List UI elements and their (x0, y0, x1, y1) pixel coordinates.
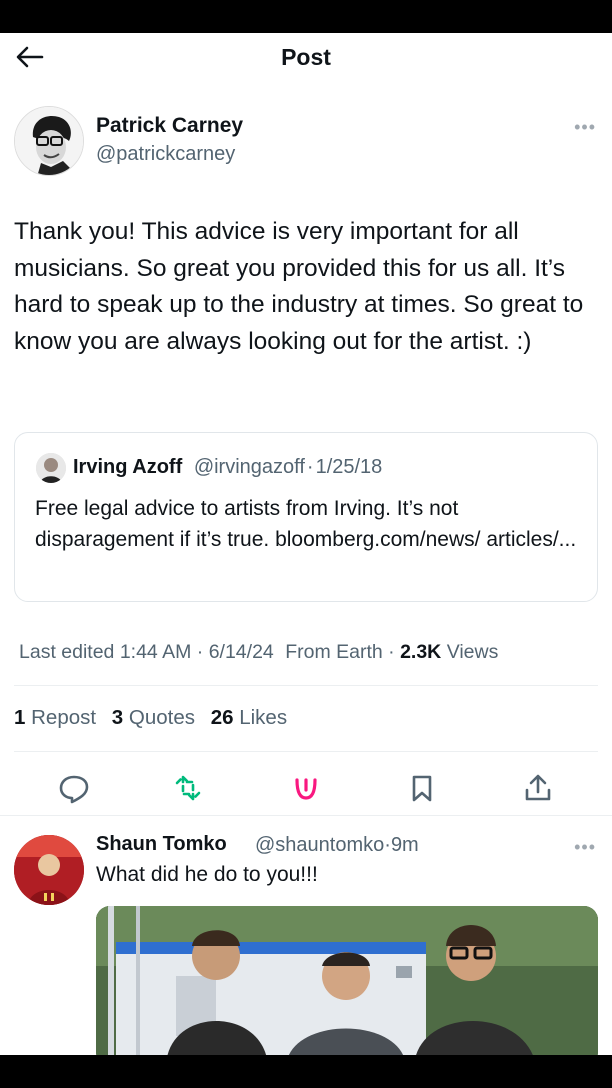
views-count: 2.3K (400, 641, 442, 663)
reply-author-photo (14, 835, 84, 905)
more-options-icon[interactable]: ••• (574, 117, 596, 138)
quote-separator: · (306, 456, 314, 478)
quote-header: Irving Azoff @irvingazoff · 1/25/18 (73, 456, 382, 479)
divider (14, 685, 598, 686)
quotes-count: 3 (111, 706, 124, 729)
reply-author-name[interactable]: Shaun Tomko (96, 833, 227, 856)
engagement-stats: 1 Repost 3 Quotes 26 Likes (14, 706, 297, 730)
likes-count: 26 (210, 706, 234, 729)
reply-author-handle[interactable]: @shauntomko (255, 834, 384, 856)
post-meta: Last edited 1:44 AM · 6/14/24 From Earth… (19, 641, 498, 664)
author-photo (15, 107, 83, 175)
quote-author-photo (36, 453, 66, 483)
edited-timestamp[interactable]: Last edited 1:44 AM · 6/14/24 (19, 641, 274, 663)
divider (0, 815, 612, 816)
reply-time: 9m (390, 834, 419, 856)
reply-meta: @shauntomko·9m (255, 834, 419, 857)
views-label: Views (446, 641, 499, 663)
reply-separator: · (384, 834, 391, 856)
quote-author-avatar (36, 453, 66, 483)
quote-date: 1/25/18 (315, 456, 383, 478)
reply-text: What did he do to you!!! (96, 863, 318, 886)
author-handle[interactable]: @patrickcarney (96, 143, 235, 166)
reply-button[interactable] (54, 768, 94, 808)
share-icon (525, 774, 551, 801)
quoted-post[interactable]: Irving Azoff @irvingazoff · 1/25/18 Free l… (14, 432, 598, 602)
quotes-label: Quotes (128, 706, 195, 729)
reply-icon (59, 775, 89, 804)
quotes-stat[interactable]: 3 Quotes (112, 706, 195, 729)
page-title: Post (281, 44, 331, 70)
post-text: Thank you! This advice is very important… (14, 218, 584, 355)
author-name[interactable]: Patrick Carney (96, 114, 243, 138)
post-screen: Post Patrick Carney @patrickcarney ••• T… (0, 33, 612, 1055)
reply-photo (96, 906, 598, 1055)
share-button[interactable] (518, 768, 558, 808)
reply-author-avatar[interactable] (14, 835, 84, 905)
top-bar: Post (0, 33, 612, 85)
like-icon (295, 778, 317, 800)
quote-text: Free legal advice to artists from Irving… (35, 497, 577, 551)
like-button[interactable] (286, 768, 326, 808)
reposts-count: 1 (14, 706, 26, 729)
quote-author-handle: @irvingazoff (193, 456, 305, 478)
divider (14, 751, 598, 752)
reply-attached-image[interactable] (96, 906, 598, 1055)
bookmark-icon (412, 775, 432, 802)
reposts-stat[interactable]: 1 Repost (14, 706, 96, 729)
repost-icon (175, 775, 201, 801)
likes-stat[interactable]: 26 Likes (211, 706, 287, 729)
reposts-label: Repost (31, 706, 97, 729)
likes-label: Likes (239, 706, 288, 729)
meta-separator: · (388, 641, 395, 663)
quote-author-name: Irving Azoff (73, 456, 183, 478)
repost-button[interactable] (168, 768, 208, 808)
reply-more-options-icon[interactable]: ••• (574, 837, 596, 858)
bookmark-button[interactable] (402, 768, 442, 808)
author-avatar[interactable] (14, 106, 84, 176)
action-bar (0, 768, 612, 812)
post-source: From Earth (285, 641, 383, 663)
